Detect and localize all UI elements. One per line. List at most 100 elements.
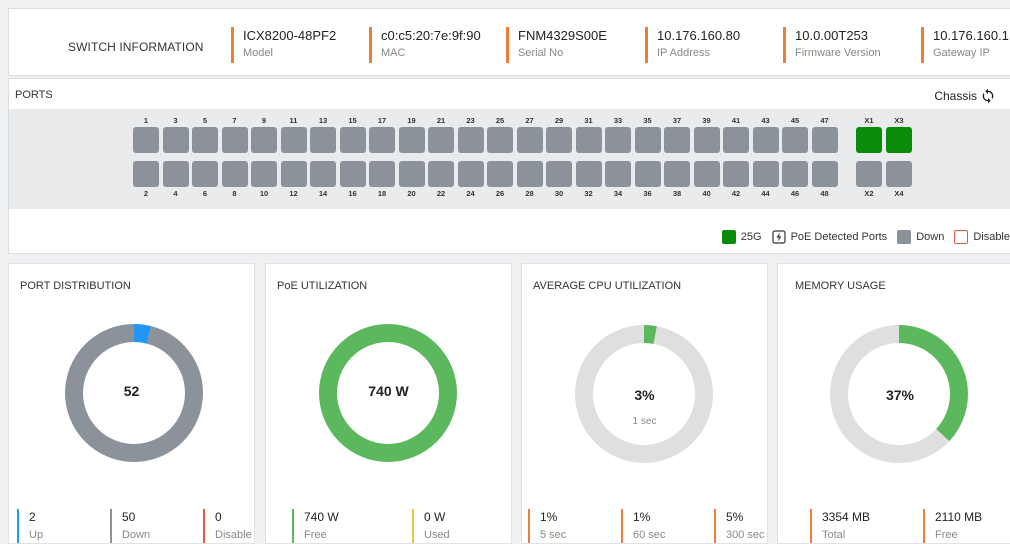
stat-label: Used — [424, 529, 450, 541]
port-31[interactable] — [575, 127, 602, 153]
info-ip-label: IP Address — [657, 47, 710, 59]
port-18[interactable] — [369, 161, 395, 187]
port-30[interactable] — [546, 161, 572, 187]
port-19[interactable] — [398, 127, 425, 153]
stat-up: 2 Up — [17, 509, 43, 543]
port-6[interactable] — [192, 161, 218, 187]
port-25[interactable] — [487, 127, 513, 153]
port-32[interactable] — [575, 161, 602, 187]
chassis-toggle[interactable]: Chassis — [934, 88, 996, 104]
port-number: 11 — [289, 116, 298, 125]
port-number: 22 — [436, 189, 446, 198]
port-33[interactable] — [605, 127, 631, 153]
port-number: 31 — [584, 116, 593, 125]
port-number: 36 — [643, 189, 652, 198]
port-46[interactable] — [782, 161, 808, 187]
port-41[interactable] — [723, 127, 749, 153]
info-firmware-label: Firmware Version — [795, 47, 881, 59]
port-12[interactable] — [280, 161, 307, 187]
port-number: 33 — [613, 116, 623, 125]
switch-info-title: SWITCH INFORMATION — [68, 40, 204, 54]
port-2[interactable] — [133, 161, 159, 187]
uplink-number: X2 — [864, 189, 874, 198]
port-number: 30 — [554, 189, 564, 198]
port-number: 24 — [466, 189, 475, 198]
port-number: 1 — [143, 116, 149, 125]
stat-value: 0 — [215, 510, 222, 524]
stat-value: 1% — [633, 510, 651, 524]
card-memory-usage: MEMORY USAGE 37% 3354 MB Total 2110 MB Fre… — [777, 263, 1010, 544]
port-legend: 25G PoE Detected Ports Down Disable — [712, 230, 1010, 244]
port-21[interactable] — [428, 127, 454, 153]
port-20[interactable] — [398, 161, 425, 187]
port-24[interactable] — [457, 161, 484, 187]
stat-label: Disable — [215, 529, 252, 541]
uplink-port-x3[interactable] — [886, 127, 912, 153]
legend-disable-swatch — [954, 230, 969, 244]
port-44[interactable] — [752, 161, 779, 187]
port-number: 39 — [702, 116, 711, 125]
uplink-port-x2[interactable] — [856, 161, 882, 187]
stat-value: 5% — [726, 510, 744, 524]
port-3[interactable] — [162, 127, 189, 153]
port-39[interactable] — [693, 127, 720, 153]
uplink-port-x4[interactable] — [886, 161, 912, 187]
port-9[interactable] — [251, 127, 277, 153]
port-38[interactable] — [664, 161, 690, 187]
port-34[interactable] — [605, 161, 631, 187]
port-5[interactable] — [192, 127, 218, 153]
port-number: 3 — [173, 116, 178, 125]
info-firmware: 10.0.00T253 Firmware Version — [783, 27, 881, 63]
port-42[interactable] — [723, 161, 749, 187]
port-29[interactable] — [546, 127, 572, 153]
stat-value: 0 W — [424, 510, 446, 524]
port-11[interactable] — [280, 127, 307, 153]
port-number: 20 — [407, 189, 416, 198]
port-number: 35 — [643, 116, 652, 125]
port-17[interactable] — [369, 127, 395, 153]
stat-60sec: 1% 60 sec — [621, 509, 665, 543]
port-45[interactable] — [782, 127, 808, 153]
port-4[interactable] — [162, 161, 189, 187]
port-22[interactable] — [428, 161, 454, 187]
port-13[interactable] — [310, 127, 336, 153]
port-28[interactable] — [516, 161, 543, 187]
port-8[interactable] — [221, 161, 248, 187]
port-16[interactable] — [339, 161, 366, 187]
stat-label: Free — [935, 529, 958, 541]
ports-panel: PORTS Chassis 1 3 5 7 9 11 13 15 17 19 21 23 25 27 29 3… — [8, 78, 1010, 254]
port-1[interactable] — [133, 127, 159, 153]
port-26[interactable] — [487, 161, 513, 187]
port-27[interactable] — [516, 127, 543, 153]
stat-total: 3354 MB Total — [810, 509, 870, 543]
port-number: 34 — [613, 189, 623, 198]
port-23[interactable] — [457, 127, 484, 153]
port-48[interactable] — [811, 161, 838, 187]
port-10[interactable] — [251, 161, 277, 187]
stat-free: 2110 MB Free — [923, 509, 982, 543]
port-43[interactable] — [752, 127, 779, 153]
stat-label: 5 sec — [540, 529, 567, 541]
port-37[interactable] — [664, 127, 690, 153]
port-number: 10 — [259, 189, 269, 198]
port-35[interactable] — [634, 127, 661, 153]
port-14[interactable] — [310, 161, 336, 187]
info-firmware-value: 10.0.00T253 — [795, 28, 869, 43]
port-number: 9 — [261, 116, 267, 125]
port-number: 5 — [202, 116, 208, 125]
stat-value: 1% — [540, 510, 558, 524]
port-40[interactable] — [693, 161, 720, 187]
info-mac-label: MAC — [381, 47, 406, 59]
port-number: 26 — [495, 189, 505, 198]
port-36[interactable] — [634, 161, 661, 187]
refresh-icon — [982, 88, 994, 104]
stat-label: 300 sec — [726, 529, 765, 541]
port-47[interactable] — [811, 127, 838, 153]
port-7[interactable] — [221, 127, 248, 153]
uplink-port-x1[interactable] — [856, 127, 882, 153]
port-15[interactable] — [339, 127, 366, 153]
port-number: 2 — [143, 189, 149, 198]
info-mac: c0:c5:20:7e:9f:90 MAC — [369, 27, 481, 63]
stat-label: Total — [822, 529, 846, 541]
stat-value: 50 — [122, 510, 136, 524]
